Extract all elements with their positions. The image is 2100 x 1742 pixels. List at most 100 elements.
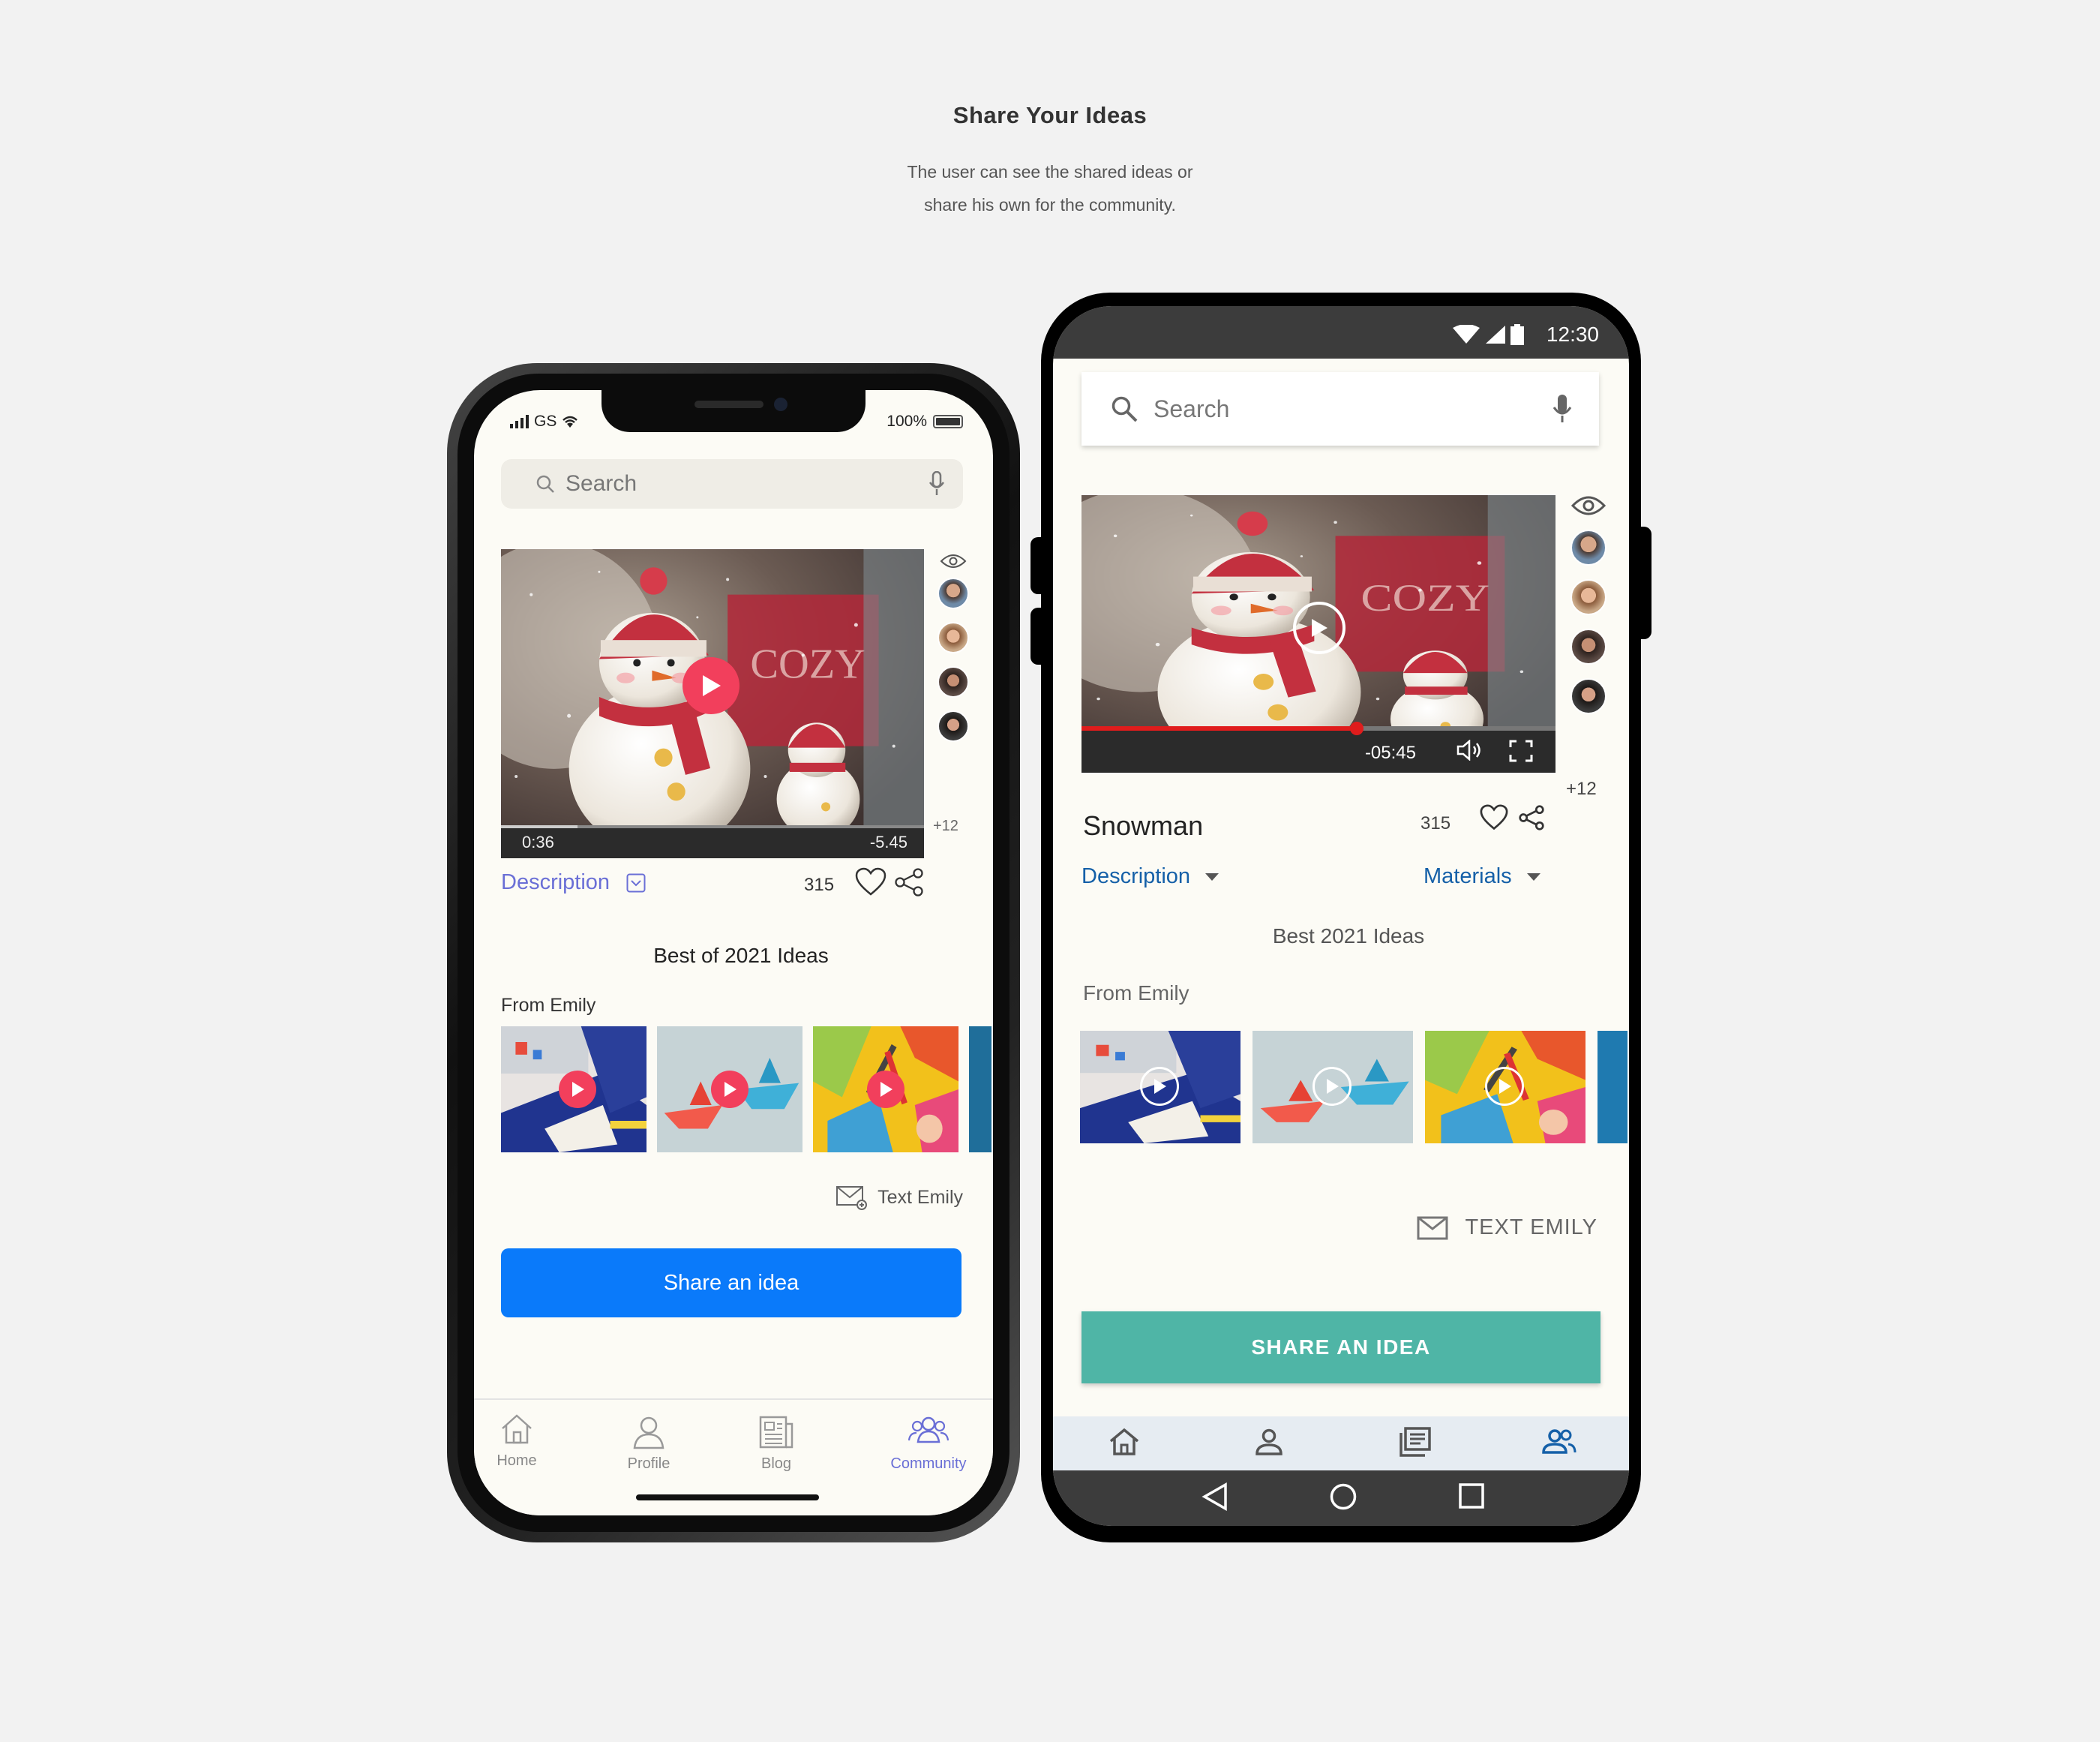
- viewer-avatar[interactable]: [938, 578, 969, 609]
- more-viewers-count[interactable]: +12: [1566, 779, 1597, 800]
- ideas-carousel[interactable]: [1080, 1031, 1628, 1143]
- like-count: 315: [1420, 813, 1451, 833]
- idea-thumbnail[interactable]: [1425, 1031, 1586, 1143]
- share-icon[interactable]: [1518, 804, 1545, 831]
- iphone-mockup: GS 100% Search 0:36 -5.45 +12 Descriptio…: [447, 363, 1020, 1542]
- description-dropdown[interactable]: Description: [1082, 864, 1220, 889]
- tab-home-label: Home: [496, 1452, 537, 1469]
- play-button[interactable]: [1485, 1067, 1524, 1106]
- like-count: 315: [804, 875, 835, 895]
- community-icon[interactable]: [1542, 1427, 1576, 1457]
- text-emily-link[interactable]: Text Emily: [836, 1184, 963, 1211]
- idea-thumbnail[interactable]: [1080, 1031, 1240, 1143]
- home-indicator[interactable]: [636, 1494, 819, 1500]
- video-progress-bar[interactable]: [501, 825, 924, 828]
- battery-icon: [1510, 324, 1524, 345]
- viewer-avatar[interactable]: [938, 710, 969, 742]
- play-icon: [703, 675, 721, 696]
- video-progress-knob[interactable]: [1349, 722, 1364, 735]
- battery-percent: 100%: [886, 413, 927, 430]
- section-title: Best 2021 Ideas: [1272, 924, 1425, 948]
- video-player[interactable]: [501, 549, 924, 852]
- more-viewers-count[interactable]: +12: [933, 818, 958, 835]
- viewer-avatar[interactable]: [938, 666, 969, 698]
- viewer-avatar[interactable]: [938, 622, 969, 653]
- profile-icon[interactable]: [1254, 1427, 1284, 1457]
- description-label: Description: [501, 870, 610, 894]
- idea-thumbnail[interactable]: [969, 1026, 992, 1152]
- play-button[interactable]: [1293, 602, 1346, 654]
- tab-community[interactable]: Community: [876, 1415, 981, 1473]
- viewer-avatar[interactable]: [1570, 530, 1606, 566]
- tab-blog[interactable]: Blog: [728, 1415, 825, 1473]
- description-toggle[interactable]: Description: [501, 870, 646, 895]
- play-button[interactable]: [559, 1071, 596, 1108]
- fullscreen-icon[interactable]: [1509, 740, 1533, 762]
- search-placeholder: Search: [566, 471, 638, 496]
- blog-icon: [759, 1416, 794, 1449]
- video-remaining-time: -5.45: [869, 833, 908, 851]
- share-idea-button[interactable]: SHARE AN IDEA: [1082, 1311, 1600, 1383]
- section-title: Best of 2021 Ideas: [653, 944, 829, 967]
- recents-icon[interactable]: [1458, 1482, 1485, 1509]
- video-elapsed-time: 0:36: [522, 833, 554, 851]
- viewers-column: [1568, 495, 1610, 728]
- tab-community-label: Community: [890, 1455, 967, 1472]
- viewer-avatar[interactable]: [1570, 579, 1606, 615]
- volume-icon[interactable]: [1456, 740, 1484, 761]
- text-emily-link[interactable]: TEXT EMILY: [1417, 1215, 1598, 1240]
- idea-thumbnail[interactable]: [813, 1026, 958, 1152]
- chevron-down-icon: [1526, 873, 1540, 881]
- tab-home[interactable]: Home: [474, 1412, 566, 1470]
- chevron-down-icon: [1205, 873, 1220, 881]
- from-label: From Emily: [1083, 981, 1190, 1005]
- idea-thumbnail[interactable]: [501, 1026, 646, 1152]
- ideas-carousel[interactable]: [501, 1026, 992, 1152]
- idea-thumbnail[interactable]: [657, 1026, 802, 1152]
- search-bar[interactable]: Search: [1082, 372, 1599, 446]
- search-icon: [1112, 396, 1138, 422]
- play-button[interactable]: [711, 1071, 748, 1108]
- mail-icon: [836, 1186, 868, 1210]
- play-icon: [1499, 1079, 1511, 1094]
- wifi-icon: [562, 416, 578, 428]
- search-bar[interactable]: Search: [501, 459, 963, 509]
- play-button[interactable]: [1312, 1067, 1352, 1106]
- eye-icon: [1571, 496, 1606, 515]
- viewers-column: [934, 549, 972, 755]
- search-placeholder: Search: [1154, 395, 1230, 422]
- news-icon[interactable]: [1398, 1427, 1431, 1457]
- play-icon: [1312, 619, 1328, 637]
- viewer-avatar[interactable]: [1570, 678, 1606, 714]
- video-actions: [855, 867, 924, 897]
- heart-icon[interactable]: [855, 867, 886, 897]
- tab-profile[interactable]: Profile: [600, 1415, 698, 1473]
- search-icon: [536, 475, 554, 493]
- share-icon[interactable]: [894, 867, 924, 897]
- share-idea-button[interactable]: Share an idea: [501, 1248, 962, 1317]
- home-icon: [502, 1414, 532, 1444]
- status-time: 12:30: [1546, 323, 1599, 346]
- idea-thumbnail[interactable]: [1252, 1031, 1413, 1143]
- play-icon: [1154, 1079, 1166, 1094]
- play-button[interactable]: [682, 657, 740, 714]
- materials-label: Materials: [1424, 864, 1512, 888]
- heart-icon[interactable]: [1479, 804, 1509, 831]
- from-label: From Emily: [501, 995, 596, 1016]
- home-icon[interactable]: [1108, 1427, 1140, 1457]
- chevron-down-icon: [626, 873, 646, 892]
- microphone-icon[interactable]: [928, 471, 945, 497]
- play-button[interactable]: [867, 1071, 904, 1108]
- android-mockup: 12:30 Search -05:45 +12 Snowman 315 Desc…: [1030, 293, 1652, 1542]
- play-button[interactable]: [1140, 1067, 1179, 1106]
- volume-down-button: [1030, 608, 1044, 665]
- page-subtitle-line1: The user can see the shared ideas or: [907, 162, 1193, 182]
- back-icon[interactable]: [1202, 1482, 1228, 1511]
- home-button-icon[interactable]: [1329, 1482, 1358, 1511]
- play-icon: [724, 1082, 736, 1097]
- microphone-icon[interactable]: [1552, 394, 1572, 424]
- viewer-avatar[interactable]: [1570, 629, 1606, 665]
- materials-dropdown[interactable]: Materials: [1424, 864, 1542, 889]
- idea-thumbnail[interactable]: [1598, 1031, 1628, 1143]
- video-controls: -05:45: [1082, 722, 1556, 773]
